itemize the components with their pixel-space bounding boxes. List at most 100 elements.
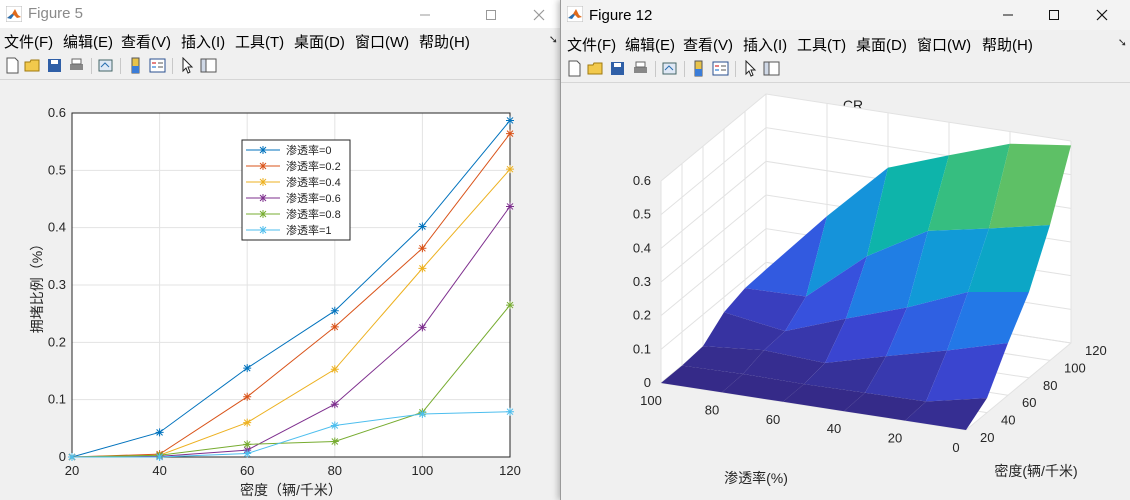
x-tick-label: 60 [766, 412, 780, 427]
open-folder-icon[interactable] [24, 57, 41, 74]
save-icon[interactable] [609, 60, 626, 77]
data-point [155, 453, 164, 461]
menu-overflow-icon[interactable]: ➘ [1118, 36, 1127, 49]
toolbar-separator [172, 58, 173, 74]
menu-tools[interactable]: 工具(T) [797, 34, 846, 55]
toolbar-separator [91, 58, 92, 74]
z-tick-label: 0.2 [633, 308, 651, 323]
close-icon [533, 9, 545, 21]
data-point [259, 178, 267, 186]
data-point [155, 428, 164, 437]
open-folder-icon[interactable] [587, 60, 604, 77]
menu-insert[interactable]: 插入(I) [181, 31, 225, 52]
x-tick-label: 80 [328, 463, 342, 478]
menu-help[interactable]: 帮助(H) [419, 31, 470, 52]
property-editor-icon[interactable] [200, 57, 217, 74]
property-editor-icon[interactable] [763, 60, 780, 77]
data-point [243, 364, 252, 373]
menu-file[interactable]: 文件(F) [4, 31, 53, 52]
figure-canvas[interactable]: 20 40 60 80 100 120 0 0.1 0.2 0.3 0.4 0.5 0.6 密度（辆/千米… [0, 80, 562, 500]
print-icon[interactable] [68, 57, 85, 74]
z-tick-label: 0.4 [633, 240, 651, 255]
menu-bar: 文件(F) 编辑(E) 查看(V) 插入(I) 工具(T) 桌面(D) 窗口(W… [0, 28, 562, 52]
y-tick-label: 20 [980, 430, 994, 445]
x-tick-label: 60 [240, 463, 254, 478]
line-chart: 20 40 60 80 100 120 0 0.1 0.2 0.3 0.4 0.5 0.6 密度（辆/千米… [29, 105, 521, 498]
data-point [243, 440, 252, 449]
menu-view[interactable]: 查看(V) [683, 34, 733, 55]
figure-12-window: Figure 12 文件(F) 编辑(E) 查看(V) 插入(I) 工具(T) … [560, 0, 1130, 500]
toolbar-separator [120, 58, 121, 74]
y-axis-label: 密度(辆/千米) [994, 463, 1077, 479]
close-icon [1096, 9, 1108, 21]
legend-icon[interactable] [712, 60, 729, 77]
close-button[interactable] [516, 0, 562, 30]
menu-edit[interactable]: 编辑(E) [625, 34, 675, 55]
x-tick-label: 120 [499, 463, 521, 478]
legend-icon[interactable] [149, 57, 166, 74]
surface-chart: CR00.10.20.30.40.50.60204060801002040608… [633, 93, 1107, 486]
legend-entry: 渗透率=1 [286, 223, 332, 237]
figure-canvas[interactable]: CR 0 0.1 0.2 0.3 0.4 0.5 0.6 0 20 40 60 80 100 20 40 60 8… [561, 83, 1130, 500]
y-tick-label: 120 [1085, 343, 1107, 358]
menu-bar: 文件(F) 编辑(E) 查看(V) 插入(I) 工具(T) 桌面(D) 窗口(W… [561, 31, 1130, 55]
z-tick-label: 0.1 [633, 341, 651, 356]
toolbar-separator [684, 61, 685, 77]
data-point [418, 410, 427, 418]
y-tick-label: 0.5 [48, 162, 66, 177]
menu-file[interactable]: 文件(F) [567, 34, 616, 55]
colorbar-icon[interactable] [127, 57, 144, 74]
x-tick-label: 80 [705, 402, 719, 417]
save-icon[interactable] [46, 57, 63, 74]
legend-entry: 渗透率=0.6 [286, 191, 341, 205]
data-point [418, 222, 427, 231]
data-point [259, 162, 267, 170]
menu-overflow-icon[interactable]: ➘ [549, 33, 558, 46]
menu-help[interactable]: 帮助(H) [982, 34, 1033, 55]
data-point [506, 165, 514, 174]
menu-tools[interactable]: 工具(T) [235, 31, 284, 52]
x-tick-label: 100 [412, 463, 434, 478]
y-tick-label: 0.6 [48, 105, 66, 120]
minimize-icon [420, 14, 430, 16]
x-tick-label: 40 [152, 463, 166, 478]
menu-desktop[interactable]: 桌面(D) [294, 31, 345, 52]
menu-edit[interactable]: 编辑(E) [63, 31, 113, 52]
matlab-logo-icon [6, 6, 22, 22]
pointer-icon[interactable] [179, 57, 196, 74]
menu-window[interactable]: 窗口(W) [917, 34, 971, 55]
x-tick-label: 40 [827, 421, 841, 436]
matlab-logo-icon [567, 6, 583, 22]
pointer-icon[interactable] [742, 60, 759, 77]
new-file-icon[interactable] [4, 57, 21, 74]
y-tick-label: 0.1 [48, 392, 66, 407]
maximize-button[interactable] [1031, 0, 1077, 30]
new-file-icon[interactable] [566, 60, 583, 77]
menu-desktop[interactable]: 桌面(D) [856, 34, 907, 55]
menu-window[interactable]: 窗口(W) [355, 31, 409, 52]
data-point [506, 116, 514, 125]
legend-entry: 渗透率=0 [286, 143, 332, 157]
y-tick-label: 80 [1043, 378, 1057, 393]
minimize-icon [1003, 14, 1013, 16]
minimize-button[interactable] [985, 0, 1031, 30]
print-icon[interactable] [632, 60, 649, 77]
minimize-button[interactable] [402, 0, 448, 30]
title-bar[interactable]: Figure 5 [0, 0, 562, 30]
figure-5-window: Figure 5 文件(F) 编辑(E) 查看(V) 插入(I) 工具(T) 桌… [0, 0, 562, 500]
data-point [418, 264, 427, 273]
data-point [259, 226, 267, 234]
link-icon[interactable] [661, 60, 678, 77]
title-bar[interactable]: Figure 12 [561, 0, 1130, 30]
link-icon[interactable] [97, 57, 114, 74]
window-title: Figure 5 [28, 5, 84, 22]
y-tick-label: 0.2 [48, 334, 66, 349]
close-button[interactable] [1079, 0, 1125, 30]
x-axis-label: 密度（辆/千米） [240, 482, 342, 498]
maximize-button[interactable] [468, 0, 514, 30]
data-point [243, 418, 252, 427]
menu-insert[interactable]: 插入(I) [743, 34, 787, 55]
data-point [68, 453, 76, 461]
menu-view[interactable]: 查看(V) [121, 31, 171, 52]
colorbar-icon[interactable] [690, 60, 707, 77]
